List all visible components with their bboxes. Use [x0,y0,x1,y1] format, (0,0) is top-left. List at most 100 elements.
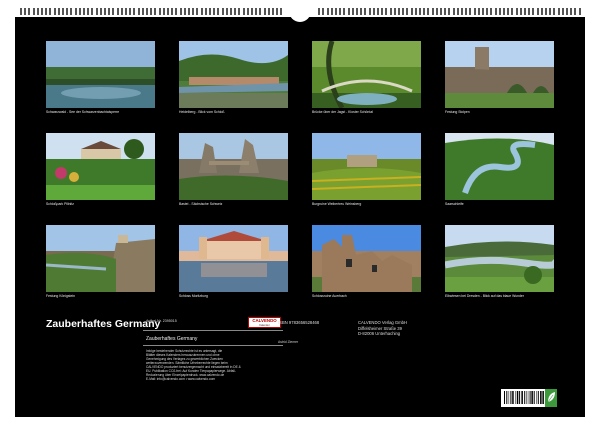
photo-caption: Schwarzwald - See der Schwarzenbachtalsp… [46,110,120,114]
calendar-name: Zauberhaftes Germany [146,336,198,342]
binding-hole [343,8,346,15]
binding-hole [24,8,27,15]
binding-hole [419,8,421,15]
binding-hole [112,8,115,15]
binding-hole [230,8,232,15]
binding-hole [368,8,371,15]
binding-hole [519,8,522,15]
binding-hole [507,8,510,15]
binding-hole [83,8,85,15]
binding-hole [133,8,136,15]
binding-hole [49,8,52,15]
binding-hole [70,8,73,15]
binding-hole [154,8,157,15]
binding-hole [129,8,132,15]
binding-hole [213,8,216,15]
binding-hole [251,8,253,15]
binding-hole [20,8,22,15]
binding-hole [473,8,476,15]
binding-hole [32,8,35,15]
logo-subtext: Kalender [259,324,270,327]
binding-hole [242,8,245,15]
binding-hole [536,8,539,15]
photo-vineyard-ruin [312,133,421,200]
binding-hole [104,8,106,15]
binding-hole [259,8,262,15]
photo-palace-garden [46,133,155,200]
binding-hole [444,8,447,15]
binding-hole [45,8,48,15]
binding-hole [141,8,144,15]
binding-hole [204,8,207,15]
author: Astrid Ziemer [278,340,299,344]
binding-hole [528,8,531,15]
binding-hole [146,8,148,15]
binding-hole [423,8,426,15]
binding-hole [120,8,123,15]
binding-hole [234,8,237,15]
binding-hole [553,8,556,15]
binding-hole [330,8,333,15]
binding-hole [381,8,384,15]
photo-caption: Bastei - Sächsische Schweiz [179,202,223,206]
binding-hole [532,8,535,15]
binding-hole [87,8,90,15]
binding-hole [221,8,224,15]
photo-town-valley [179,41,288,108]
binding-hole [385,8,388,15]
binding-hole [486,8,489,15]
binding-hole [477,8,480,15]
photo-caption: Festung Stolpen [445,110,470,114]
binding-hole [318,8,321,15]
barcode-icon [501,389,547,407]
binding-hole [28,8,31,15]
binding-hole [91,8,94,15]
binding-hole [108,8,111,15]
binding-hole [322,8,325,15]
divider [143,330,283,331]
publisher-logo: CALVENDO Kalender [248,317,281,328]
binding-hole [53,8,56,15]
binding-hole [188,8,190,15]
binding-hole [511,8,514,15]
binding-hole [326,8,329,15]
legal-text: Infolge bestehender Schutzrechte ist es … [146,349,241,381]
binding-hole [196,8,199,15]
binding-hole [95,8,98,15]
logo-text: CALVENDO [252,318,277,323]
binding-hole [183,8,186,15]
binding-hole [515,8,518,15]
isbn: ISBN 9783656528468 [278,320,320,325]
binding-hole [435,8,438,15]
binding-hole [566,8,568,15]
binding-hole [398,8,400,15]
binding-hole [116,8,119,15]
photo-baroque-palace [179,225,288,292]
binding-hole [78,8,81,15]
binding-hole [503,8,505,15]
binding-hole [225,8,228,15]
binding-hole [57,8,60,15]
binding-hole [137,8,140,15]
binding-hole [162,8,165,15]
binding-hole [209,8,211,15]
binding-hole [545,8,547,15]
eco-leaf-icon [545,389,557,407]
binding-hole [171,8,174,15]
binding-hole [339,8,342,15]
binding-hole [549,8,552,15]
binding-hole [351,8,354,15]
binding-hole [272,8,274,15]
binding-hole [440,8,442,15]
binding-hole [255,8,258,15]
photo-fortress-cliff [46,225,155,292]
binding-hole [414,8,417,15]
photo-stone-ruin [312,225,421,292]
binding-hole [524,8,526,15]
photo-caption: Saarschleife [445,202,464,206]
binding-hole [578,8,581,15]
binding-hole [494,8,497,15]
calendar-back-cover: Schwarzwald - See der Schwarzenbachtalsp… [15,17,585,417]
photo-lake-reflection [46,41,155,108]
binding-hole [461,8,463,15]
